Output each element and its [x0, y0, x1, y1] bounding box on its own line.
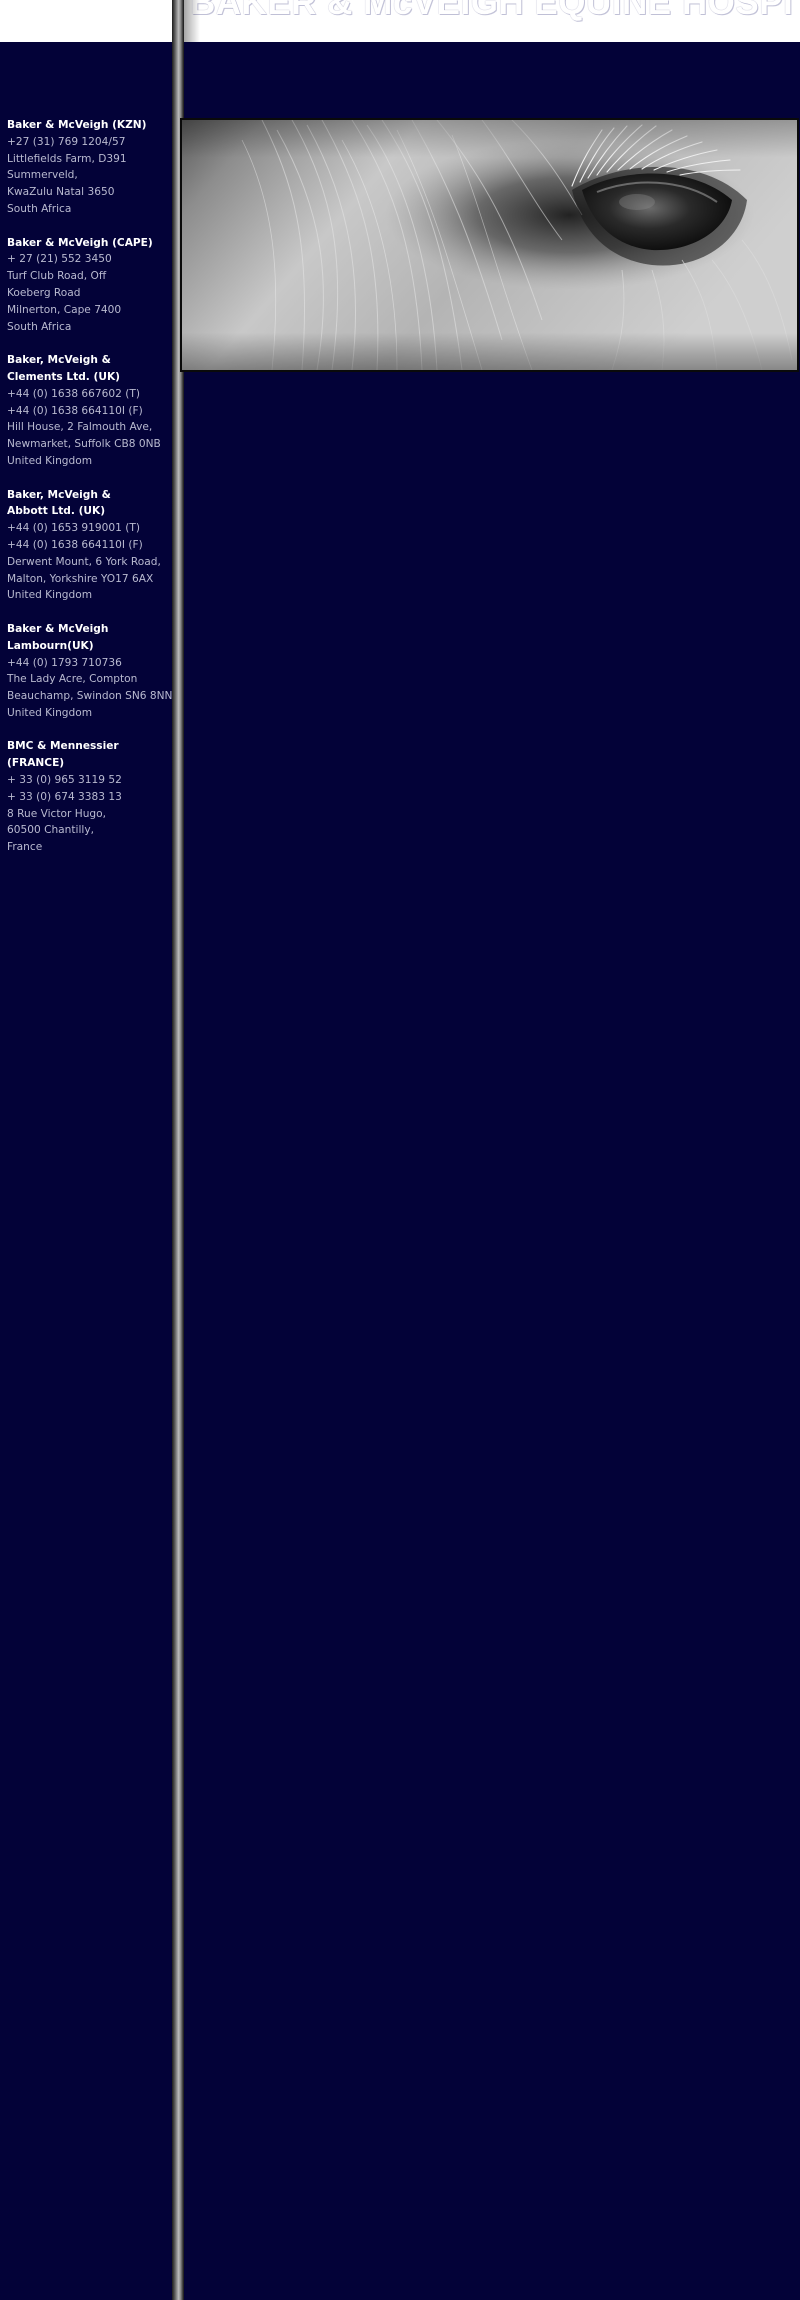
contact-name: Baker & McVeigh (KZN): [7, 119, 147, 131]
contact-list: Baker & McVeigh (KZN) +27 (31) 769 1204/…: [7, 117, 173, 873]
contact-country: United Kingdom: [7, 706, 93, 719]
contact-phone: +44 (0) 1653 919001 (T): [7, 522, 140, 535]
contact-country: France: [7, 841, 43, 854]
contact-address-line: Newmarket, Suffolk CB8 0NB: [7, 438, 161, 451]
contact-address-line: 8 Rue Victor Hugo,: [7, 807, 106, 820]
divider-shadow: [184, 0, 200, 42]
contact-cape: Baker & McVeigh (CAPE) + 27 (21) 552 345…: [7, 235, 167, 336]
contact-address-line: Summerveld,: [7, 169, 78, 182]
contact-lambourn: Baker & McVeigh Lambourn(UK) +44 (0) 179…: [7, 621, 173, 722]
contact-address-line: KwaZulu Natal 3650: [7, 186, 115, 199]
contact-address-line: Milnerton, Cape 7400: [7, 303, 122, 316]
contact-country: South Africa: [7, 202, 72, 215]
contact-name: Baker, McVeigh &: [7, 354, 111, 367]
contact-address-line: The Lady Acre, Compton: [7, 673, 138, 686]
contact-fax: +44 (0) 1638 664110I (F): [7, 404, 143, 417]
contact-phone: + 27 (21) 552 3450: [7, 253, 112, 266]
contact-france: BMC & Mennessier (FRANCE) + 33 (0) 965 3…: [7, 738, 167, 856]
contact-phone: + 33 (0) 674 3383 13: [7, 790, 122, 803]
contact-phone: +44 (0) 1793 710736: [7, 656, 122, 669]
horse-eye-photo: [182, 120, 797, 370]
contact-address-line: 60500 Chantilly,: [7, 824, 95, 837]
contact-country: United Kingdom: [7, 454, 93, 467]
contact-name: Abbott Ltd. (UK): [7, 505, 106, 518]
contact-fax: +44 (0) 1638 664110I (F): [7, 538, 143, 551]
contact-name: Baker & McVeigh (CAPE): [7, 236, 153, 249]
contact-address-line: Derwent Mount, 6 York Road,: [7, 555, 161, 568]
contact-kzn: Baker & McVeigh (KZN) +27 (31) 769 1204/…: [7, 117, 167, 218]
contact-name: Baker & McVeigh: [7, 622, 109, 635]
contact-country: United Kingdom: [7, 589, 93, 602]
hero-image: [180, 118, 799, 372]
header-left-band: [0, 0, 172, 42]
site-title: BAKER & McVEIGH EQUINE HOSPITAL: [190, 0, 800, 22]
contact-name: BMC & Mennessier (FRANCE): [7, 740, 119, 770]
contact-address-line: Koeberg Road: [7, 286, 81, 299]
contact-name: Baker, McVeigh &: [7, 488, 111, 501]
contact-name: Lambourn(UK): [7, 639, 94, 652]
contact-address-line: Beauchamp, Swindon SN6 8NN: [7, 690, 173, 703]
contact-malton: Baker, McVeigh & Abbott Ltd. (UK) +44 (0…: [7, 487, 167, 605]
site-header: BAKER & McVEIGH EQUINE HOSPITAL: [184, 0, 800, 42]
contact-phone: + 33 (0) 965 3119 52: [7, 774, 122, 787]
contact-address-line: Turf Club Road, Off: [7, 270, 107, 283]
contact-address-line: Littlefields Farm, D391: [7, 152, 127, 165]
contact-country: South Africa: [7, 320, 72, 333]
contact-address-line: Malton, Yorkshire YO17 6AX: [7, 572, 154, 585]
contact-phone: +44 (0) 1638 667602 (T): [7, 387, 140, 400]
contact-phone: +27 (31) 769 1204/57: [7, 135, 126, 148]
contact-address-line: Hill House, 2 Falmouth Ave,: [7, 421, 153, 434]
contact-newmarket: Baker, McVeigh & Clements Ltd. (UK) +44 …: [7, 352, 167, 470]
contact-name: Clements Ltd. (UK): [7, 370, 121, 383]
